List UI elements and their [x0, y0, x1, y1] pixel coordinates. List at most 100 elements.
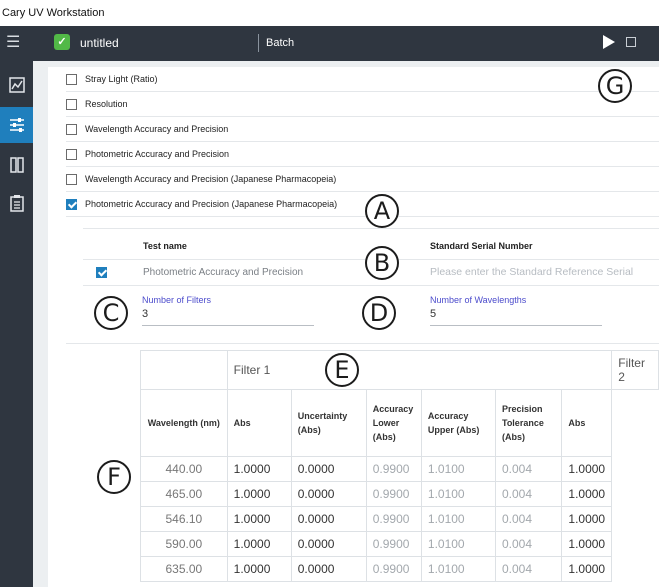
cell-abs-filter-2[interactable]: 1.0000: [561, 456, 613, 482]
cell-uncertainty[interactable]: 0.0000: [290, 481, 367, 507]
play-icon[interactable]: [603, 35, 615, 49]
table-corner-cell: [140, 350, 228, 390]
option-stray-light[interactable]: Stray Light (Ratio): [66, 67, 659, 92]
cell-accuracy-lower: 0.9900: [365, 506, 422, 532]
cell-precision-tolerance: 0.004: [494, 456, 563, 482]
checkbox-photometric-accuracy-jp[interactable]: [66, 198, 77, 210]
callout-e: E: [325, 353, 359, 387]
cell-wavelength[interactable]: 465.00: [140, 481, 228, 507]
cell-abs[interactable]: 1.0000: [226, 556, 292, 582]
table-row[interactable]: 590.00 1.0000 0.0000 0.9900 1.0100 0.004…: [140, 531, 659, 557]
checkbox-resolution[interactable]: [66, 98, 77, 110]
cell-accuracy-lower: 0.9900: [365, 481, 422, 507]
option-label: Resolution: [85, 99, 128, 109]
graph-icon: [8, 77, 25, 93]
cell-wavelength[interactable]: 635.00: [140, 556, 228, 582]
filter-header-row: Filter 1 Filter 2: [140, 350, 659, 390]
cell-accuracy-upper: 1.0100: [420, 481, 496, 507]
header-precision-tolerance: Precision Tolerance (Abs): [494, 389, 563, 457]
cell-abs[interactable]: 1.0000: [226, 481, 292, 507]
option-resolution[interactable]: Resolution: [66, 92, 659, 117]
number-of-filters-underline: [142, 325, 314, 326]
cell-accuracy-upper: 1.0100: [420, 506, 496, 532]
callout-d: D: [362, 296, 396, 330]
cell-abs[interactable]: 1.0000: [226, 456, 292, 482]
option-label: Stray Light (Ratio): [85, 74, 158, 84]
cell-accuracy-upper: 1.0100: [420, 456, 496, 482]
sidebar-item-report[interactable]: [0, 185, 33, 221]
number-of-wavelengths-input[interactable]: 5: [430, 308, 436, 320]
header-abs: Abs: [226, 389, 292, 457]
cell-precision-tolerance: 0.004: [494, 506, 563, 532]
checkbox-photometric-accuracy[interactable]: [66, 148, 77, 160]
option-wavelength-accuracy-jp[interactable]: Wavelength Accuracy and Precision (Japan…: [66, 167, 659, 192]
sidebar-item-settings[interactable]: [0, 107, 33, 143]
toolbar-divider: [258, 34, 259, 52]
option-label: Wavelength Accuracy and Precision: [85, 124, 229, 134]
hamburger-menu-icon[interactable]: ☰: [6, 35, 20, 51]
divider: [66, 343, 659, 344]
option-photometric-accuracy[interactable]: Photometric Accuracy and Precision: [66, 142, 659, 167]
column-header-row: Wavelength (nm) Abs Uncertainty (Abs) Ac…: [140, 389, 659, 457]
main-content: Stray Light (Ratio) Resolution Wavelengt…: [33, 61, 659, 587]
table-row[interactable]: 440.00 1.0000 0.0000 0.9900 1.0100 0.004…: [140, 456, 659, 482]
stop-icon[interactable]: [626, 37, 636, 47]
sidebar-item-graph[interactable]: [0, 67, 33, 103]
clipboard-icon: [9, 195, 24, 212]
checkbox-test-row[interactable]: [96, 267, 107, 278]
option-photometric-accuracy-jp[interactable]: Photometric Accuracy and Precision (Japa…: [66, 192, 659, 217]
filter-2-header: Filter 2: [611, 350, 659, 390]
cell-abs-filter-2[interactable]: 1.0000: [561, 506, 613, 532]
table-row[interactable]: 465.00 1.0000 0.0000 0.9900 1.0100 0.004…: [140, 481, 659, 507]
cell-accuracy-upper: 1.0100: [420, 531, 496, 557]
mode-label: Batch: [266, 37, 295, 49]
callout-g: G: [598, 69, 632, 103]
number-of-filters-label: Number of Filters: [142, 295, 212, 305]
cell-wavelength[interactable]: 590.00: [140, 531, 228, 557]
test-name-value: Photometric Accuracy and Precision: [143, 267, 304, 278]
cell-wavelength[interactable]: 440.00: [140, 456, 228, 482]
app-toolbar: ☰ ✓ untitled Batch: [0, 26, 659, 61]
sidebar-item-columns[interactable]: [0, 147, 33, 183]
cell-abs-filter-2[interactable]: 1.0000: [561, 531, 613, 557]
document-title[interactable]: untitled: [80, 36, 119, 50]
sidebar: [0, 61, 33, 587]
option-wavelength-accuracy[interactable]: Wavelength Accuracy and Precision: [66, 117, 659, 142]
cell-accuracy-lower: 0.9900: [365, 456, 422, 482]
cell-uncertainty[interactable]: 0.0000: [290, 556, 367, 582]
columns-icon: [9, 157, 24, 173]
callout-a: A: [365, 194, 399, 228]
cell-accuracy-upper: 1.0100: [420, 556, 496, 582]
header-uncertainty: Uncertainty (Abs): [290, 389, 367, 457]
cell-precision-tolerance: 0.004: [494, 481, 563, 507]
window-title: Cary UV Workstation: [2, 7, 105, 19]
option-label: Wavelength Accuracy and Precision (Japan…: [85, 174, 337, 184]
filter-1-header: Filter 1: [226, 350, 613, 390]
header-abs-filter-2: Abs: [561, 389, 613, 457]
option-label: Photometric Accuracy and Precision: [85, 149, 230, 159]
column-header-serial-number: Standard Serial Number: [430, 241, 533, 251]
cell-wavelength[interactable]: 546.10: [140, 506, 228, 532]
checkbox-wavelength-accuracy[interactable]: [66, 123, 77, 135]
number-of-filters-input[interactable]: 3: [142, 308, 148, 320]
serial-number-input[interactable]: Please enter the Standard Reference Seri…: [430, 266, 633, 278]
option-label: Photometric Accuracy and Precision (Japa…: [85, 199, 338, 209]
header-wavelength: Wavelength (nm): [140, 389, 228, 457]
column-header-test-name: Test name: [143, 241, 187, 251]
checkbox-stray-light[interactable]: [66, 73, 77, 85]
table-row[interactable]: 635.00 1.0000 0.0000 0.9900 1.0100 0.004…: [140, 556, 659, 582]
cell-abs[interactable]: 1.0000: [226, 506, 292, 532]
cell-abs-filter-2[interactable]: 1.0000: [561, 481, 613, 507]
sliders-icon: [9, 118, 24, 132]
cell-precision-tolerance: 0.004: [494, 531, 563, 557]
cell-uncertainty[interactable]: 0.0000: [290, 456, 367, 482]
cell-uncertainty[interactable]: 0.0000: [290, 506, 367, 532]
cell-uncertainty[interactable]: 0.0000: [290, 531, 367, 557]
cell-abs-filter-2[interactable]: 1.0000: [561, 556, 613, 582]
cell-abs[interactable]: 1.0000: [226, 531, 292, 557]
checkbox-wavelength-accuracy-jp[interactable]: [66, 173, 77, 185]
table-row[interactable]: 546.10 1.0000 0.0000 0.9900 1.0100 0.004…: [140, 506, 659, 532]
callout-f: F: [97, 460, 131, 494]
window-titlebar: Cary UV Workstation: [0, 0, 659, 26]
cell-precision-tolerance: 0.004: [494, 556, 563, 582]
